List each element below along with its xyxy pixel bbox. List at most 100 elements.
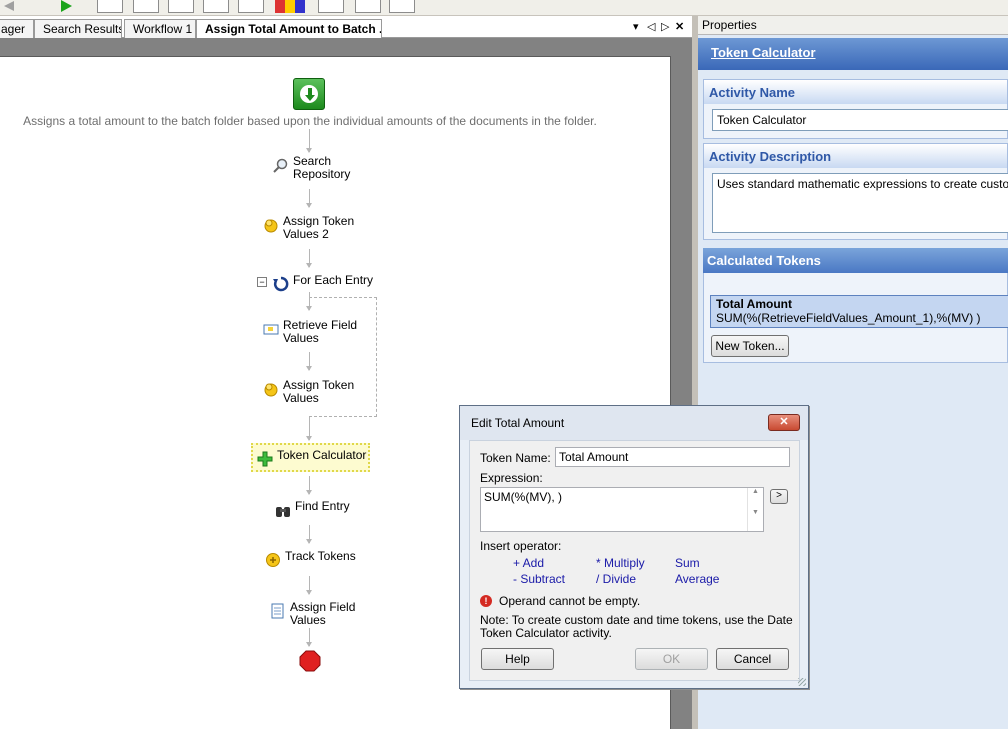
connector [306,352,312,371]
calculated-tokens-title: Calculated Tokens [703,248,1008,273]
expression-input[interactable]: SUM(%(MV), ) ▲ ▼ [480,487,764,532]
connector [306,525,312,544]
activity-type-link[interactable]: Token Calculator [698,38,1008,70]
node-retrieve-field-values[interactable]: Retrieve Field Values [263,319,357,345]
tab-list-icon[interactable]: ▾ [633,20,639,33]
toolbar-star-icon[interactable] [97,0,123,13]
start-arrow-icon [305,88,315,101]
node-assign-token-values[interactable]: Assign Token Values [263,379,354,405]
tab-close-icon[interactable]: ✕ [675,20,684,33]
stop-octagon-icon[interactable] [299,650,321,672]
node-for-each-entry[interactable]: For Each Entry [273,274,373,292]
node-token-calculator[interactable]: Token Calculator [257,449,366,467]
toolbar-chart-icon[interactable] [275,0,305,13]
connector [306,249,312,268]
dialog-title: Edit Total Amount [460,406,808,440]
activity-name-field[interactable]: Token Calculator [712,109,1008,131]
resize-grip-icon[interactable] [798,678,806,686]
collapse-toggle[interactable]: − [257,277,267,287]
operator-average-link[interactable]: Average [675,572,719,586]
document-tab-bar: ager Search Results Workflow 1 Assign To… [0,16,692,39]
token-coin-icon [264,383,278,397]
connector [306,417,312,441]
node-assign-field-values[interactable]: Assign Field Values [270,601,355,627]
error-message: Operand cannot be empty. [499,594,641,608]
token-name: Total Amount [716,297,792,311]
dialog-body: Token Name: Total Amount Expression: SUM… [469,440,800,681]
edit-token-dialog: Edit Total Amount ✕ Token Name: Total Am… [459,405,809,689]
node-label: Repository [293,167,351,181]
track-token-icon [266,553,280,567]
node-find-entry[interactable]: Find Entry [275,500,350,518]
node-label: Track Tokens [285,549,356,563]
expression-expand-button[interactable]: > [770,489,788,504]
activity-name-group: Activity Name Token Calculator [703,79,1008,139]
tab-workflow-1[interactable]: Workflow 1 [124,19,196,38]
token-name-input[interactable]: Total Amount [555,447,790,467]
node-label: For Each Entry [293,273,374,287]
binoculars-icon [276,507,290,517]
loop-icon [273,276,289,292]
document-icon [271,603,284,619]
new-token-button[interactable]: New Token... [711,335,789,357]
node-label: Values [283,391,319,405]
node-label: Values [290,613,326,627]
connector [306,576,312,595]
toolbar-back-icon[interactable] [2,0,18,13]
toolbar-window-icon[interactable] [203,0,229,13]
note-line-2: Token Calculator activity. [480,626,612,640]
connector [306,476,312,495]
activity-description-group: Activity Description Uses standard mathe… [703,143,1008,240]
ok-button[interactable]: OK [635,648,708,670]
field-card-icon [263,324,279,335]
operator-subtract-link[interactable]: - Subtract [513,572,565,586]
tab-prev-icon[interactable]: ◁ [647,20,655,33]
dialog-close-button[interactable]: ✕ [768,414,800,431]
operator-add-link[interactable]: + Add [513,556,544,570]
tab-next-icon[interactable]: ▷ [661,20,669,33]
magnifier-icon [273,158,288,173]
plus-icon [257,451,273,467]
toolbar-tag-icon[interactable] [355,0,381,13]
activity-name-title: Activity Name [704,80,1007,104]
node-search-repository[interactable]: Search Repository [273,155,350,181]
activity-description-title: Activity Description [704,144,1007,168]
insert-operator-label: Insert operator: [480,539,562,553]
toolbar-grid-icon[interactable] [318,0,344,13]
toolbar-run-icon[interactable] [56,0,76,13]
node-label: Values 2 [283,227,329,241]
node-track-tokens[interactable]: Track Tokens [265,550,356,568]
token-expression: SUM(%(RetrieveFieldValues_Amount_1),%(MV… [716,311,981,325]
token-name-label: Token Name: [480,451,551,465]
expression-scrollbar[interactable]: ▲ ▼ [747,488,763,531]
node-label: Token Calculator [277,448,367,462]
cancel-button[interactable]: Cancel [716,648,789,670]
node-label: Find Entry [295,499,350,513]
tab-manager[interactable]: ager [0,19,34,38]
operator-sum-link[interactable]: Sum [675,556,700,570]
toolbar-stop-icon[interactable] [168,0,194,13]
expression-text: SUM(%(MV), ) [484,490,562,504]
toolbar-pointer-icon[interactable] [389,0,415,13]
toolbar-delete-icon[interactable] [133,0,159,13]
properties-header: Properties [698,16,1008,35]
connector [306,628,312,647]
tab-assign-total-amount[interactable]: Assign Total Amount to Batch ... [196,19,382,39]
workflow-description: Assigns a total amount to the batch fold… [23,114,597,128]
operator-multiply-link[interactable]: * Multiply [596,556,645,570]
operator-divide-link[interactable]: / Divide [596,572,636,586]
node-assign-token-values-2[interactable]: Assign Token Values 2 [263,215,354,241]
toolbar-cancel-icon[interactable] [238,0,264,13]
node-label: Values [283,331,319,345]
error-icon: ! [480,595,492,607]
activity-description-field[interactable]: Uses standard mathematic expressions to … [712,173,1008,233]
tab-search-results[interactable]: Search Results [34,19,122,38]
connector [306,129,312,153]
workflow-start-node[interactable] [293,78,325,110]
note-line-1: Note: To create custom date and time tok… [480,613,793,627]
main-toolbar [0,0,1008,16]
token-coin-icon [264,219,278,233]
token-row-total-amount[interactable]: Total Amount SUM(%(RetrieveFieldValues_A… [710,295,1008,328]
help-button[interactable]: Help [481,648,554,670]
connector [306,189,312,208]
